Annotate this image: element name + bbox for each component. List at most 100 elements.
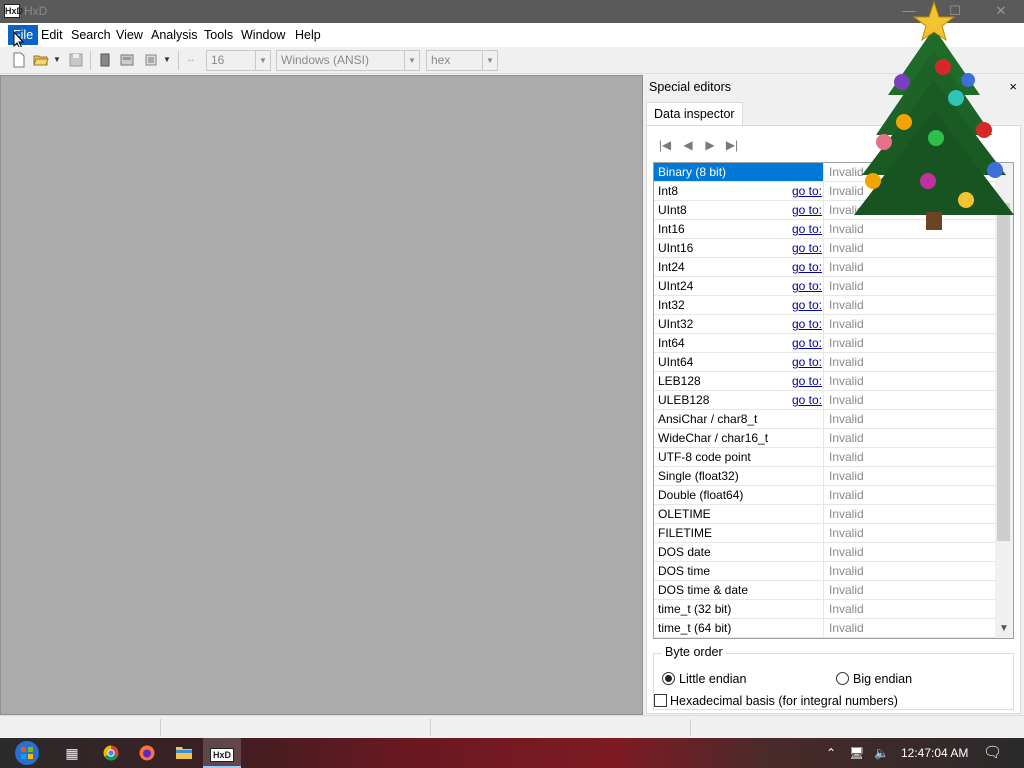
inspector-row-value[interactable]: Invalid [829,448,864,466]
hxd-taskbar-icon[interactable]: HxD [203,738,241,768]
inspector-row[interactable]: AnsiChar / char8_t Invalid [654,410,995,429]
offset-base-select[interactable]: hex ▼ [426,50,498,71]
inspector-row-name[interactable]: AnsiChar / char8_t [654,410,824,428]
scroll-thumb[interactable] [997,203,1010,541]
goto-link[interactable]: go to: [789,239,822,257]
open-disk-icon[interactable] [119,52,135,68]
inspector-row-name[interactable]: time_t (64 bit) [654,619,824,637]
start-button-icon[interactable] [8,738,46,768]
chevron-up-icon[interactable]: ⌃ [826,738,836,768]
inspector-row-name[interactable]: DOS date [654,543,824,561]
inspector-row[interactable]: DOS time & date Invalid [654,581,995,600]
bytes-per-row-select[interactable]: 16 ▼ [206,50,271,71]
inspector-row[interactable]: UInt64 go to: Invalid [654,353,995,372]
inspector-row-value[interactable]: Invalid [829,391,864,409]
menu-analysis[interactable]: Analysis [146,25,203,45]
inspector-row[interactable]: DOS time Invalid [654,562,995,581]
inspector-row-value[interactable]: Invalid [829,467,864,485]
inspector-row-value[interactable]: Invalid [829,619,864,637]
inspector-row-value[interactable]: Invalid [829,429,864,447]
last-icon[interactable]: ▶| [724,137,740,153]
volume-icon[interactable]: 🔈 [874,738,889,768]
inspector-row-value[interactable]: Invalid [829,353,864,371]
goto-link[interactable]: go to: [789,353,822,371]
inspector-row-value[interactable]: Invalid [829,562,864,580]
inspector-row-name[interactable]: Single (float32) [654,467,824,485]
inspector-row[interactable]: UInt32 go to: Invalid [654,315,995,334]
notifications-icon[interactable]: 🗨 [983,738,1002,768]
network-icon[interactable]: 🖥 [849,738,864,768]
inspector-row-name[interactable]: UTF-8 code point [654,448,824,466]
open-folder-icon[interactable] [33,52,49,68]
editor-area[interactable] [0,75,643,715]
firefox-icon[interactable] [129,738,165,768]
inspector-row[interactable]: Int64 go to: Invalid [654,334,995,353]
radio-checked-icon[interactable] [662,672,675,685]
checkbox-icon[interactable] [654,694,667,707]
hex-basis-checkbox[interactable]: Hexadecimal basis (for integral numbers) [654,694,898,708]
goto-link[interactable]: go to: [789,315,822,333]
inspector-row-name[interactable]: time_t (32 bit) [654,600,824,618]
inspector-row[interactable]: time_t (64 bit) Invalid [654,619,995,638]
inspector-row-value[interactable]: Invalid [829,600,864,618]
inspector-row-value[interactable]: Invalid [829,372,864,390]
goto-link[interactable]: go to: [789,182,822,200]
inspector-row[interactable]: Int24 go to: Invalid [654,258,995,277]
goto-link[interactable]: go to: [789,201,822,219]
charset-select[interactable]: Windows (ANSI) ▼ [276,50,420,71]
ram-dropdown-icon[interactable]: ▼ [163,55,171,64]
inspector-row[interactable]: DOS date Invalid [654,543,995,562]
inspector-row-value[interactable]: Invalid [829,543,864,561]
inspector-row-value[interactable]: Invalid [829,334,864,352]
inspector-row-value[interactable]: Invalid [829,277,864,295]
menu-tools[interactable]: Tools [199,25,238,45]
inspector-row-name[interactable]: WideChar / char16_t [654,429,824,447]
system-clock[interactable]: 12:47:04 AM [901,738,968,768]
inspector-row-name[interactable]: FILETIME [654,524,824,542]
big-endian-radio[interactable]: Big endian [836,671,912,687]
tab-data-inspector[interactable]: Data inspector [646,102,743,126]
little-endian-radio[interactable]: Little endian [662,671,746,687]
goto-link[interactable]: go to: [789,258,822,276]
inspector-row-value[interactable]: Invalid [829,581,864,599]
close-file-icon[interactable] [97,52,113,68]
open-ram-icon[interactable] [143,52,159,68]
menu-window[interactable]: Window [236,25,290,45]
goto-link[interactable]: go to: [789,372,822,390]
hxd-app-icon[interactable]: HxD [4,4,23,18]
inspector-row[interactable]: UInt24 go to: Invalid [654,277,995,296]
inspector-row[interactable]: UTF-8 code point Invalid [654,448,995,467]
file-explorer-icon[interactable] [166,738,202,768]
inspector-row-name[interactable]: Binary (8 bit) [654,163,824,181]
previous-icon[interactable]: ◀ [680,137,696,153]
goto-link[interactable]: go to: [789,334,822,352]
inspector-row-value[interactable]: Invalid [829,505,864,523]
goto-link[interactable]: go to: [789,391,822,409]
inspector-row-value[interactable]: Invalid [829,239,864,257]
inspector-row-name[interactable]: Double (float64) [654,486,824,504]
scroll-down-icon[interactable]: ▼ [995,621,1013,636]
inspector-row[interactable]: WideChar / char16_t Invalid [654,429,995,448]
inspector-row-value[interactable]: Invalid [829,410,864,428]
inspector-row-value[interactable]: Invalid [829,296,864,314]
next-icon[interactable]: ▶ [702,137,718,153]
inspector-row-value[interactable]: Invalid [829,486,864,504]
inspector-row-name[interactable]: OLETIME [654,505,824,523]
radio-unchecked-icon[interactable] [836,672,849,685]
save-icon[interactable] [68,52,84,68]
inspector-row-value[interactable]: Invalid [829,315,864,333]
open-dropdown-icon[interactable]: ▼ [53,55,61,64]
menu-edit[interactable]: Edit [36,25,68,45]
inspector-row-name[interactable]: DOS time [654,562,824,580]
inspector-row[interactable]: Single (float32) Invalid [654,467,995,486]
inspector-row[interactable]: UInt16 go to: Invalid [654,239,995,258]
menu-view[interactable]: View [111,25,148,45]
menu-search[interactable]: Search [66,25,116,45]
menu-help[interactable]: Help [290,25,326,45]
first-icon[interactable]: |◀ [657,137,673,153]
goto-link[interactable]: go to: [789,296,822,314]
task-view-icon[interactable]: ▦ [54,738,90,768]
inspector-row[interactable]: FILETIME Invalid [654,524,995,543]
new-file-icon[interactable] [11,52,27,68]
inspector-row-value[interactable]: Invalid [829,258,864,276]
